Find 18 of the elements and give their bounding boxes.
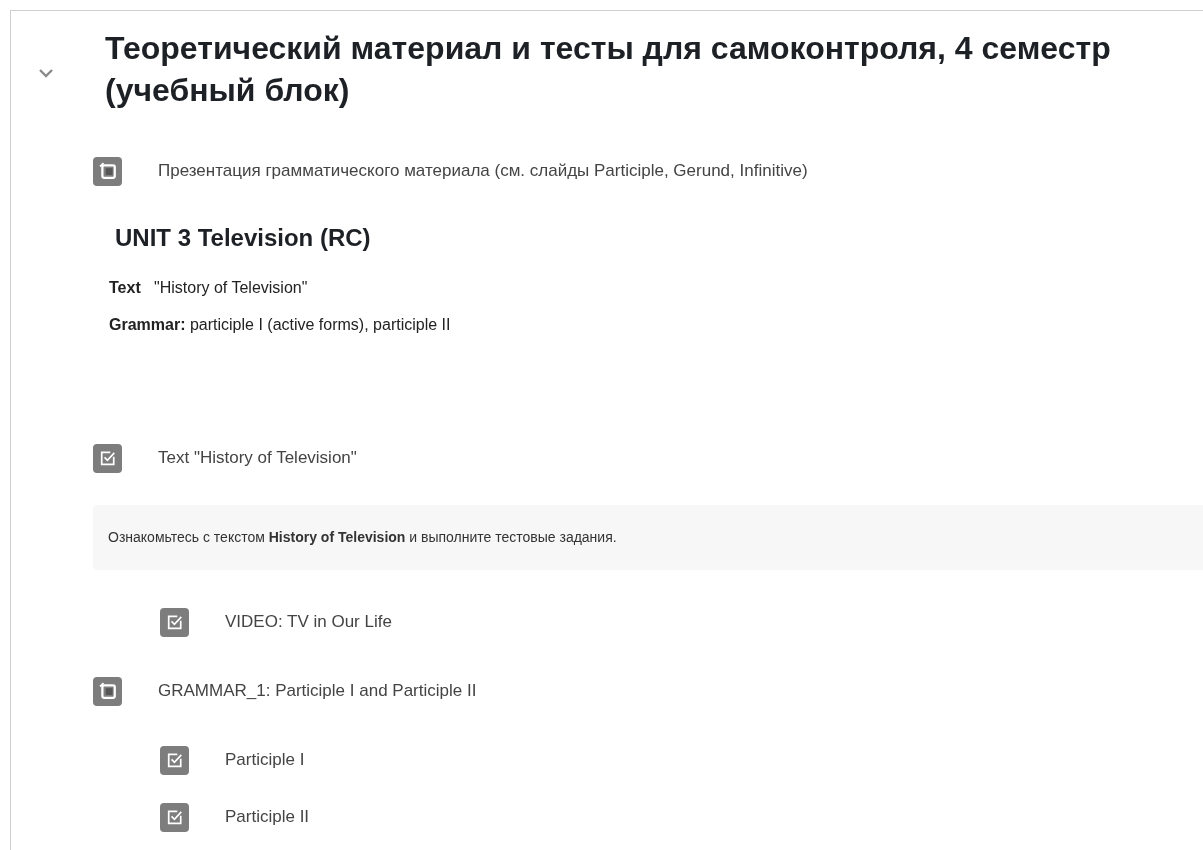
- presentation-icon[interactable]: [93, 156, 122, 186]
- activity-link[interactable]: GRAMMAR_1: Participle I and Participle II: [158, 681, 477, 701]
- unit-heading: UNIT 3 Television (RC): [115, 223, 372, 253]
- activity-link[interactable]: Text "History of Television": [158, 448, 357, 468]
- activity-link[interactable]: Participle II: [225, 807, 310, 827]
- checkbox-icon[interactable]: [93, 443, 122, 473]
- paragraph-text: Text "History of Television": [109, 278, 309, 298]
- checkbox-icon[interactable]: [160, 802, 189, 832]
- description-panel: Ознакомьтесь с текстом History of Television и выполните тестовые задания.: [93, 505, 1203, 570]
- checkbox-icon[interactable]: [160, 607, 189, 637]
- activity-link[interactable]: VIDEO: TV in Our Life: [225, 612, 392, 632]
- checkbox-icon[interactable]: [160, 745, 189, 775]
- chevron-icon[interactable]: [38, 68, 54, 78]
- activity-link[interactable]: Презентация грамматического материала (см. слайды Participle, Gerund, Infinitive): [158, 161, 808, 181]
- presentation-icon[interactable]: [93, 676, 122, 706]
- activity-link[interactable]: Participle I: [225, 750, 305, 770]
- section-title: Теоретический материал и тесты для самоконтроля, 4 семестр (учебный блок): [105, 29, 1112, 110]
- paragraph-text: Grammar: participle I (active forms), participle II: [109, 315, 452, 335]
